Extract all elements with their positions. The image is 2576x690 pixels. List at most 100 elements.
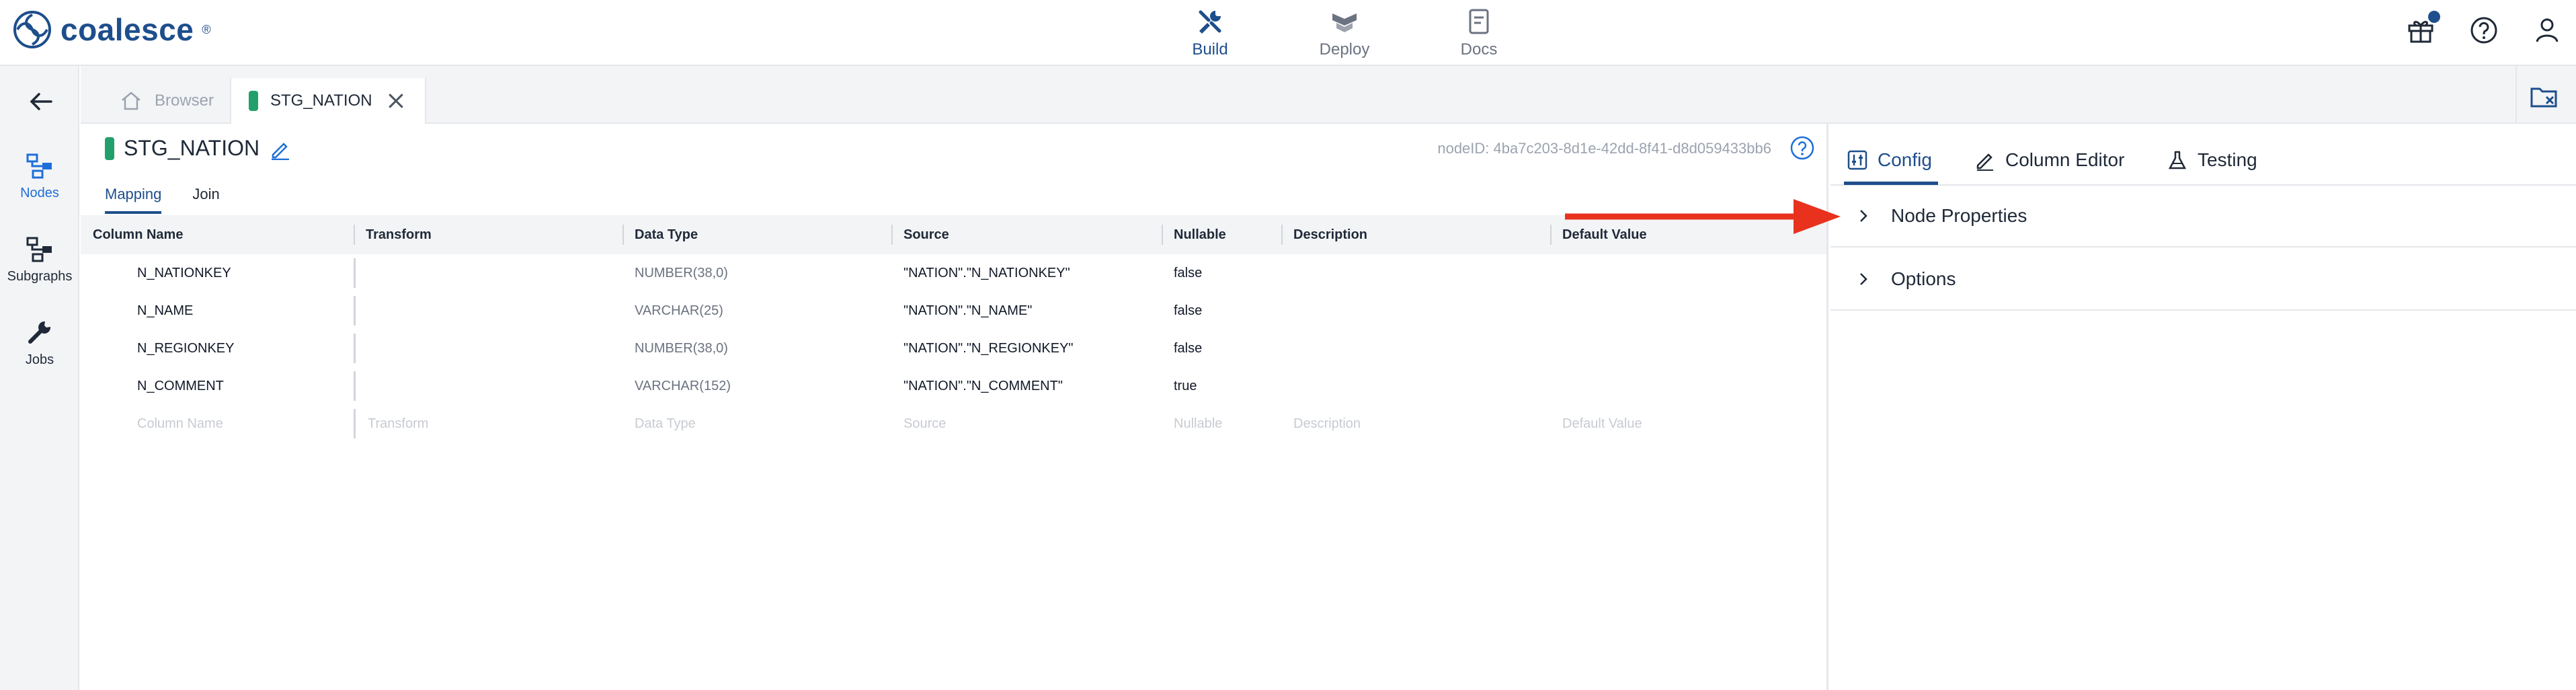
node-id: nodeID: 4ba7c203-8d1e-42dd-8f41-d8d05943…	[1437, 140, 1771, 157]
brand-reg: ®	[202, 22, 211, 36]
tools-icon	[1199, 10, 1221, 34]
main-nav: Build Deploy Docs	[1143, 5, 1546, 61]
header-column-name[interactable]: Column Name	[81, 215, 354, 254]
pencil-icon	[1976, 153, 1993, 171]
cell-nullable[interactable]: false	[1162, 330, 1281, 367]
nav-build-label: Build	[1192, 40, 1228, 59]
tab-mapping[interactable]: Mapping	[105, 186, 162, 214]
new-column-row[interactable]: Column Name Transform Data Type Source N…	[81, 405, 1826, 443]
cell-column-name[interactable]: N_REGIONKEY	[81, 330, 354, 367]
node-header: STG_NATION	[105, 136, 292, 161]
tab-browser[interactable]: Browser	[102, 78, 231, 124]
cell-default-value[interactable]	[1550, 330, 1826, 367]
cell-column-name[interactable]: N_NAME	[81, 292, 354, 330]
tab-testing[interactable]: Testing	[2167, 144, 2257, 176]
tab-testing-label: Testing	[2198, 149, 2257, 170]
placeholder-transform[interactable]: Transform	[354, 409, 622, 438]
header-transform[interactable]: Transform	[354, 215, 622, 254]
nav-deploy[interactable]: Deploy	[1277, 5, 1412, 61]
cell-data-type[interactable]: VARCHAR(25)	[622, 292, 891, 330]
cell-nullable[interactable]: false	[1162, 292, 1281, 330]
table-row[interactable]: N_COMMENT VARCHAR(152) "NATION"."N_COMME…	[81, 367, 1826, 405]
node-name: STG_NATION	[124, 136, 260, 160]
chevron-right-icon	[1860, 273, 1867, 285]
cell-data-type[interactable]: NUMBER(38,0)	[622, 254, 891, 292]
nodes-icon	[26, 153, 52, 179]
rail-item-jobs[interactable]: Jobs	[0, 317, 79, 368]
close-folder-icon[interactable]	[2529, 82, 2559, 112]
cell-description[interactable]	[1281, 292, 1550, 330]
cell-nullable[interactable]: false	[1162, 254, 1281, 292]
back-arrow-icon[interactable]	[26, 86, 56, 117]
cell-transform[interactable]	[354, 334, 622, 363]
header-source[interactable]: Source	[891, 215, 1162, 254]
placeholder-nullable[interactable]: Nullable	[1162, 405, 1281, 443]
wrench-icon	[28, 321, 51, 344]
close-icon[interactable]	[385, 89, 407, 112]
section-node-properties[interactable]: Node Properties	[1830, 186, 2576, 247]
mapping-grid: Column Name Transform Data Type Source N…	[81, 215, 1826, 443]
tab-stg-nation-label: STG_NATION	[270, 91, 372, 110]
config-panel: Config Column Editor Testing Node Proper…	[1830, 124, 2576, 690]
table-row[interactable]: N_REGIONKEY NUMBER(38,0) "NATION"."N_REG…	[81, 330, 1826, 367]
chevron-right-icon	[1860, 210, 1867, 222]
notification-dot	[2428, 11, 2440, 23]
placeholder-data-type[interactable]: Data Type	[622, 405, 891, 443]
cell-data-type[interactable]: VARCHAR(152)	[622, 367, 891, 405]
nav-build[interactable]: Build	[1143, 5, 1277, 61]
nav-docs[interactable]: Docs	[1412, 5, 1546, 61]
table-row[interactable]: N_NAME VARCHAR(25) "NATION"."N_NAME" fal…	[81, 292, 1826, 330]
help-button[interactable]	[2468, 15, 2499, 46]
cell-source[interactable]: "NATION"."N_NAME"	[891, 292, 1162, 330]
cell-transform[interactable]	[354, 296, 622, 325]
placeholder-description[interactable]: Description	[1281, 405, 1550, 443]
cell-transform[interactable]	[354, 258, 622, 288]
cell-column-name[interactable]: N_COMMENT	[81, 367, 354, 405]
cell-source[interactable]: "NATION"."N_REGIONKEY"	[891, 330, 1162, 367]
cell-nullable[interactable]: true	[1162, 367, 1281, 405]
cell-data-type[interactable]: NUMBER(38,0)	[622, 330, 891, 367]
placeholder-source[interactable]: Source	[891, 405, 1162, 443]
cell-transform[interactable]	[354, 371, 622, 401]
rail-item-nodes[interactable]: Nodes	[0, 151, 79, 201]
tab-config[interactable]: Config	[1847, 144, 1932, 176]
placeholder-column-name[interactable]: Column Name	[81, 405, 354, 443]
help-circle-icon[interactable]	[1789, 135, 1816, 161]
rail-subgraphs-label: Subgraphs	[7, 269, 73, 284]
cell-source[interactable]: "NATION"."N_NATIONKEY"	[891, 254, 1162, 292]
node-type-chip	[105, 137, 114, 160]
header-data-type[interactable]: Data Type	[622, 215, 891, 254]
cell-default-value[interactable]	[1550, 292, 1826, 330]
tab-join[interactable]: Join	[192, 186, 219, 214]
top-bar: coalesce ® Build Deploy Docs	[0, 0, 2576, 66]
cell-description[interactable]	[1281, 367, 1550, 405]
cell-description[interactable]	[1281, 330, 1550, 367]
header-nullable[interactable]: Nullable	[1162, 215, 1281, 254]
nav-docs-label: Docs	[1460, 40, 1498, 59]
node-subtabs: Mapping Join	[105, 186, 220, 214]
annotation-arrow-icon	[1565, 199, 1841, 234]
user-icon	[2536, 18, 2559, 42]
rail-item-subgraphs[interactable]: Subgraphs	[0, 234, 79, 284]
tab-column-editor-label: Column Editor	[2005, 149, 2125, 170]
rail-jobs-label: Jobs	[25, 352, 54, 367]
top-right-actions	[2405, 11, 2563, 46]
cell-source[interactable]: "NATION"."N_COMMENT"	[891, 367, 1162, 405]
tab-stg-nation[interactable]: STG_NATION	[230, 78, 426, 124]
user-button[interactable]	[2532, 15, 2563, 46]
section-options[interactable]: Options	[1830, 249, 2576, 311]
header-description[interactable]: Description	[1281, 215, 1550, 254]
deploy-icon	[1332, 13, 1357, 32]
coalesce-logo-icon	[13, 11, 51, 48]
nav-deploy-label: Deploy	[1319, 40, 1370, 59]
brand-logo[interactable]: coalesce ®	[12, 9, 211, 50]
tab-column-editor[interactable]: Column Editor	[1974, 144, 2124, 176]
table-row[interactable]: N_NATIONKEY NUMBER(38,0) "NATION"."N_NAT…	[81, 254, 1826, 292]
cell-default-value[interactable]	[1550, 254, 1826, 292]
placeholder-default-value[interactable]: Default Value	[1550, 405, 1826, 443]
cell-description[interactable]	[1281, 254, 1550, 292]
gift-button[interactable]	[2405, 11, 2440, 46]
edit-pencil-icon[interactable]	[269, 137, 292, 160]
cell-column-name[interactable]: N_NATIONKEY	[81, 254, 354, 292]
cell-default-value[interactable]	[1550, 367, 1826, 405]
